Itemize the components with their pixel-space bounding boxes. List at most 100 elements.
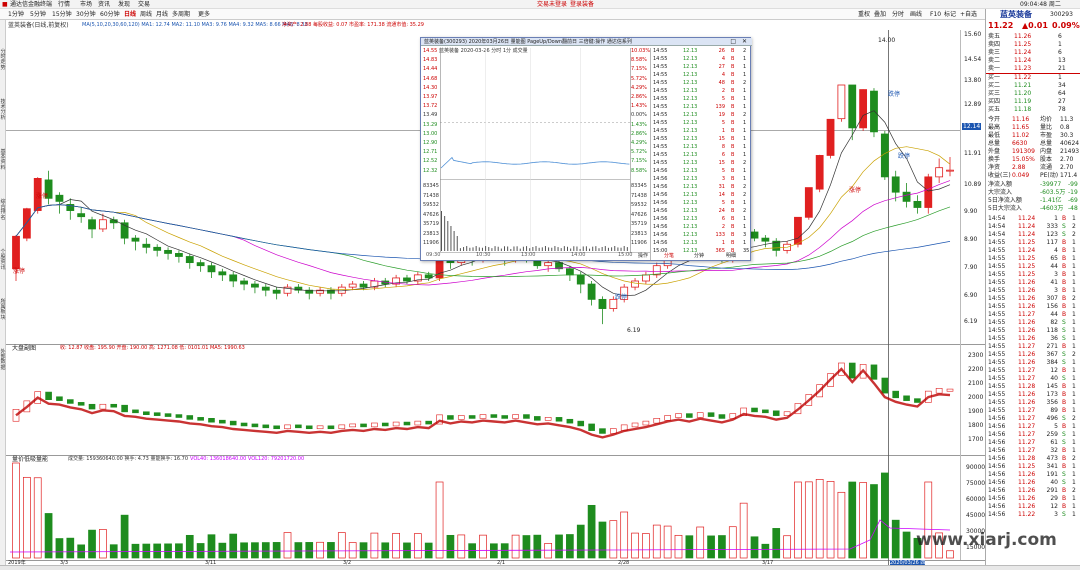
trade-row: 14:54 11.24 1 B 1 <box>986 215 1080 223</box>
trade-count: 1 <box>1072 511 1076 518</box>
index-candle <box>67 399 74 404</box>
watermark: www.xiarj.com <box>916 530 1057 550</box>
period-tab-30min[interactable]: 30分钟 <box>76 11 96 18</box>
period-tab-week[interactable]: 周线 <box>140 11 152 18</box>
tick-volume: 5 <box>721 168 725 174</box>
tick-time: 14:55 <box>653 152 668 158</box>
bid-row[interactable]: 买三 11.20 64 <box>986 90 1080 98</box>
trade-time: 14:54 <box>988 223 1006 230</box>
candle <box>598 298 607 309</box>
popup-volume-bar <box>475 246 477 251</box>
stat-value: 191309 <box>1012 148 1035 155</box>
trade-price: 11.27 <box>1018 311 1036 318</box>
popup-volume-bar <box>548 247 550 251</box>
trade-price: 11.27 <box>1018 407 1036 414</box>
trade-price: 11.26 <box>1018 487 1036 494</box>
menu-news[interactable]: 资讯 <box>98 1 110 8</box>
period-tab-60min[interactable]: 60分钟 <box>100 11 120 18</box>
trade-volume: 61 <box>1050 439 1058 446</box>
trade-count: 2 <box>1072 455 1076 462</box>
menu-market[interactable]: 行情 <box>58 1 70 8</box>
tool-f10[interactable]: F10 <box>930 11 941 18</box>
bid-row[interactable]: 买二 11.21 34 <box>986 82 1080 90</box>
index-candle <box>935 388 943 394</box>
ask-row[interactable]: 卖三 11.24 6 <box>986 49 1080 57</box>
volume-bar <box>663 525 672 559</box>
ask-row[interactable]: 卖四 11.25 1 <box>986 41 1080 49</box>
trade-count: 1 <box>1072 239 1076 246</box>
index-candle <box>772 410 780 416</box>
trade-side: S <box>1062 511 1066 518</box>
popup-price-tick: 13.72 <box>423 103 438 110</box>
tool-draw[interactable]: 画线 <box>910 11 922 18</box>
trade-row: 14:55 11.26 3 B 1 <box>986 287 1080 295</box>
ask-row[interactable]: 卖二 11.24 13 <box>986 57 1080 65</box>
ask-volume: 13 <box>1058 57 1066 64</box>
trade-price: 11.26 <box>1018 319 1036 326</box>
tool-rights[interactable]: 重权 <box>858 11 870 18</box>
trade-side: B <box>1062 487 1067 494</box>
popup-vol-tick: 71438 <box>423 192 439 199</box>
candle <box>142 243 151 248</box>
trade-price: 11.26 <box>1018 399 1036 406</box>
flow-row: 大宗流入 -603.5万 -19 <box>986 189 1080 197</box>
index-candle <box>121 404 128 413</box>
popup-tab-operate[interactable]: 操作 <box>638 253 648 260</box>
period-tab-5min[interactable]: 5分钟 <box>30 11 46 18</box>
bid-row[interactable]: 买一 11.22 1 <box>986 74 1080 82</box>
tick-price: 12.13 <box>683 104 698 110</box>
popup-volume-bar <box>582 246 584 251</box>
tool-timeshare[interactable]: 分时 <box>892 11 904 18</box>
period-tab-month[interactable]: 月线 <box>156 11 168 18</box>
tool-mark[interactable]: 标记 <box>944 11 956 18</box>
menu-exchange[interactable]: 市场 <box>80 1 92 8</box>
stat-value: 21493 <box>1060 148 1080 155</box>
ask-volume: 6 <box>1058 49 1062 56</box>
volume-bar <box>294 542 303 559</box>
period-tab-more[interactable]: 更多 <box>198 11 210 18</box>
trade-time: 14:55 <box>988 391 1006 398</box>
period-tab-multi[interactable]: 多周期 <box>172 11 190 18</box>
index-candle <box>490 414 498 418</box>
popup-tick-row: 14:56 12.13 14 B 2 <box>653 191 749 199</box>
tool-overlay[interactable]: 叠加 <box>874 11 886 18</box>
period-tab-1min[interactable]: 1分钟 <box>8 11 24 18</box>
ask-row[interactable]: 卖五 11.26 6 <box>986 33 1080 41</box>
popup-tick-row: 14:56 12.13 5 B 1 <box>653 199 749 207</box>
trade-row: 14:54 11.24 123 S 2 <box>986 231 1080 239</box>
candle <box>587 283 596 300</box>
tick-time: 14:55 <box>653 136 668 142</box>
ask-row[interactable]: 卖一 11.23 21 <box>986 65 1080 73</box>
trade-count: 1 <box>1072 479 1076 486</box>
index-candle <box>501 415 509 419</box>
index-candle <box>219 419 226 424</box>
trade-time: 14:55 <box>988 399 1006 406</box>
index-candle <box>88 403 96 410</box>
period-tab-15min[interactable]: 15分钟 <box>52 11 72 18</box>
trade-count: 1 <box>1072 367 1076 374</box>
bid-row[interactable]: 买四 11.19 27 <box>986 98 1080 106</box>
period-tab-day[interactable]: 日线 <box>124 11 136 18</box>
popup-volume-bar <box>604 246 606 251</box>
tool-add-watchlist[interactable]: +自选 <box>960 11 977 18</box>
candle <box>348 283 357 288</box>
stat-value: 40624 <box>1060 140 1080 147</box>
index-candle <box>99 403 107 410</box>
menu-trade[interactable]: 交易 <box>138 1 150 8</box>
bid-row[interactable]: 买五 11.18 78 <box>986 106 1080 114</box>
tick-time: 14:56 <box>653 176 668 182</box>
popup-volume-bar <box>573 246 575 251</box>
trade-time: 14:56 <box>988 495 1006 502</box>
login-notice[interactable]: 交易未登录 <box>537 1 567 8</box>
vol-tick: 60000 <box>966 496 986 503</box>
account-link[interactable]: 登录装备 <box>570 1 594 8</box>
vol-tick: 75000 <box>966 480 986 487</box>
candle <box>848 84 857 129</box>
menu-discover[interactable]: 发现 <box>118 1 130 8</box>
tick-volume: 4 <box>721 56 725 62</box>
stat-row: 换手 15.05% 股本 2.70 <box>986 156 1080 164</box>
trade-side: B <box>1062 343 1067 350</box>
tick-side: B <box>731 248 735 254</box>
trade-side: B <box>1062 295 1067 302</box>
trade-price: 11.24 <box>1018 247 1036 254</box>
